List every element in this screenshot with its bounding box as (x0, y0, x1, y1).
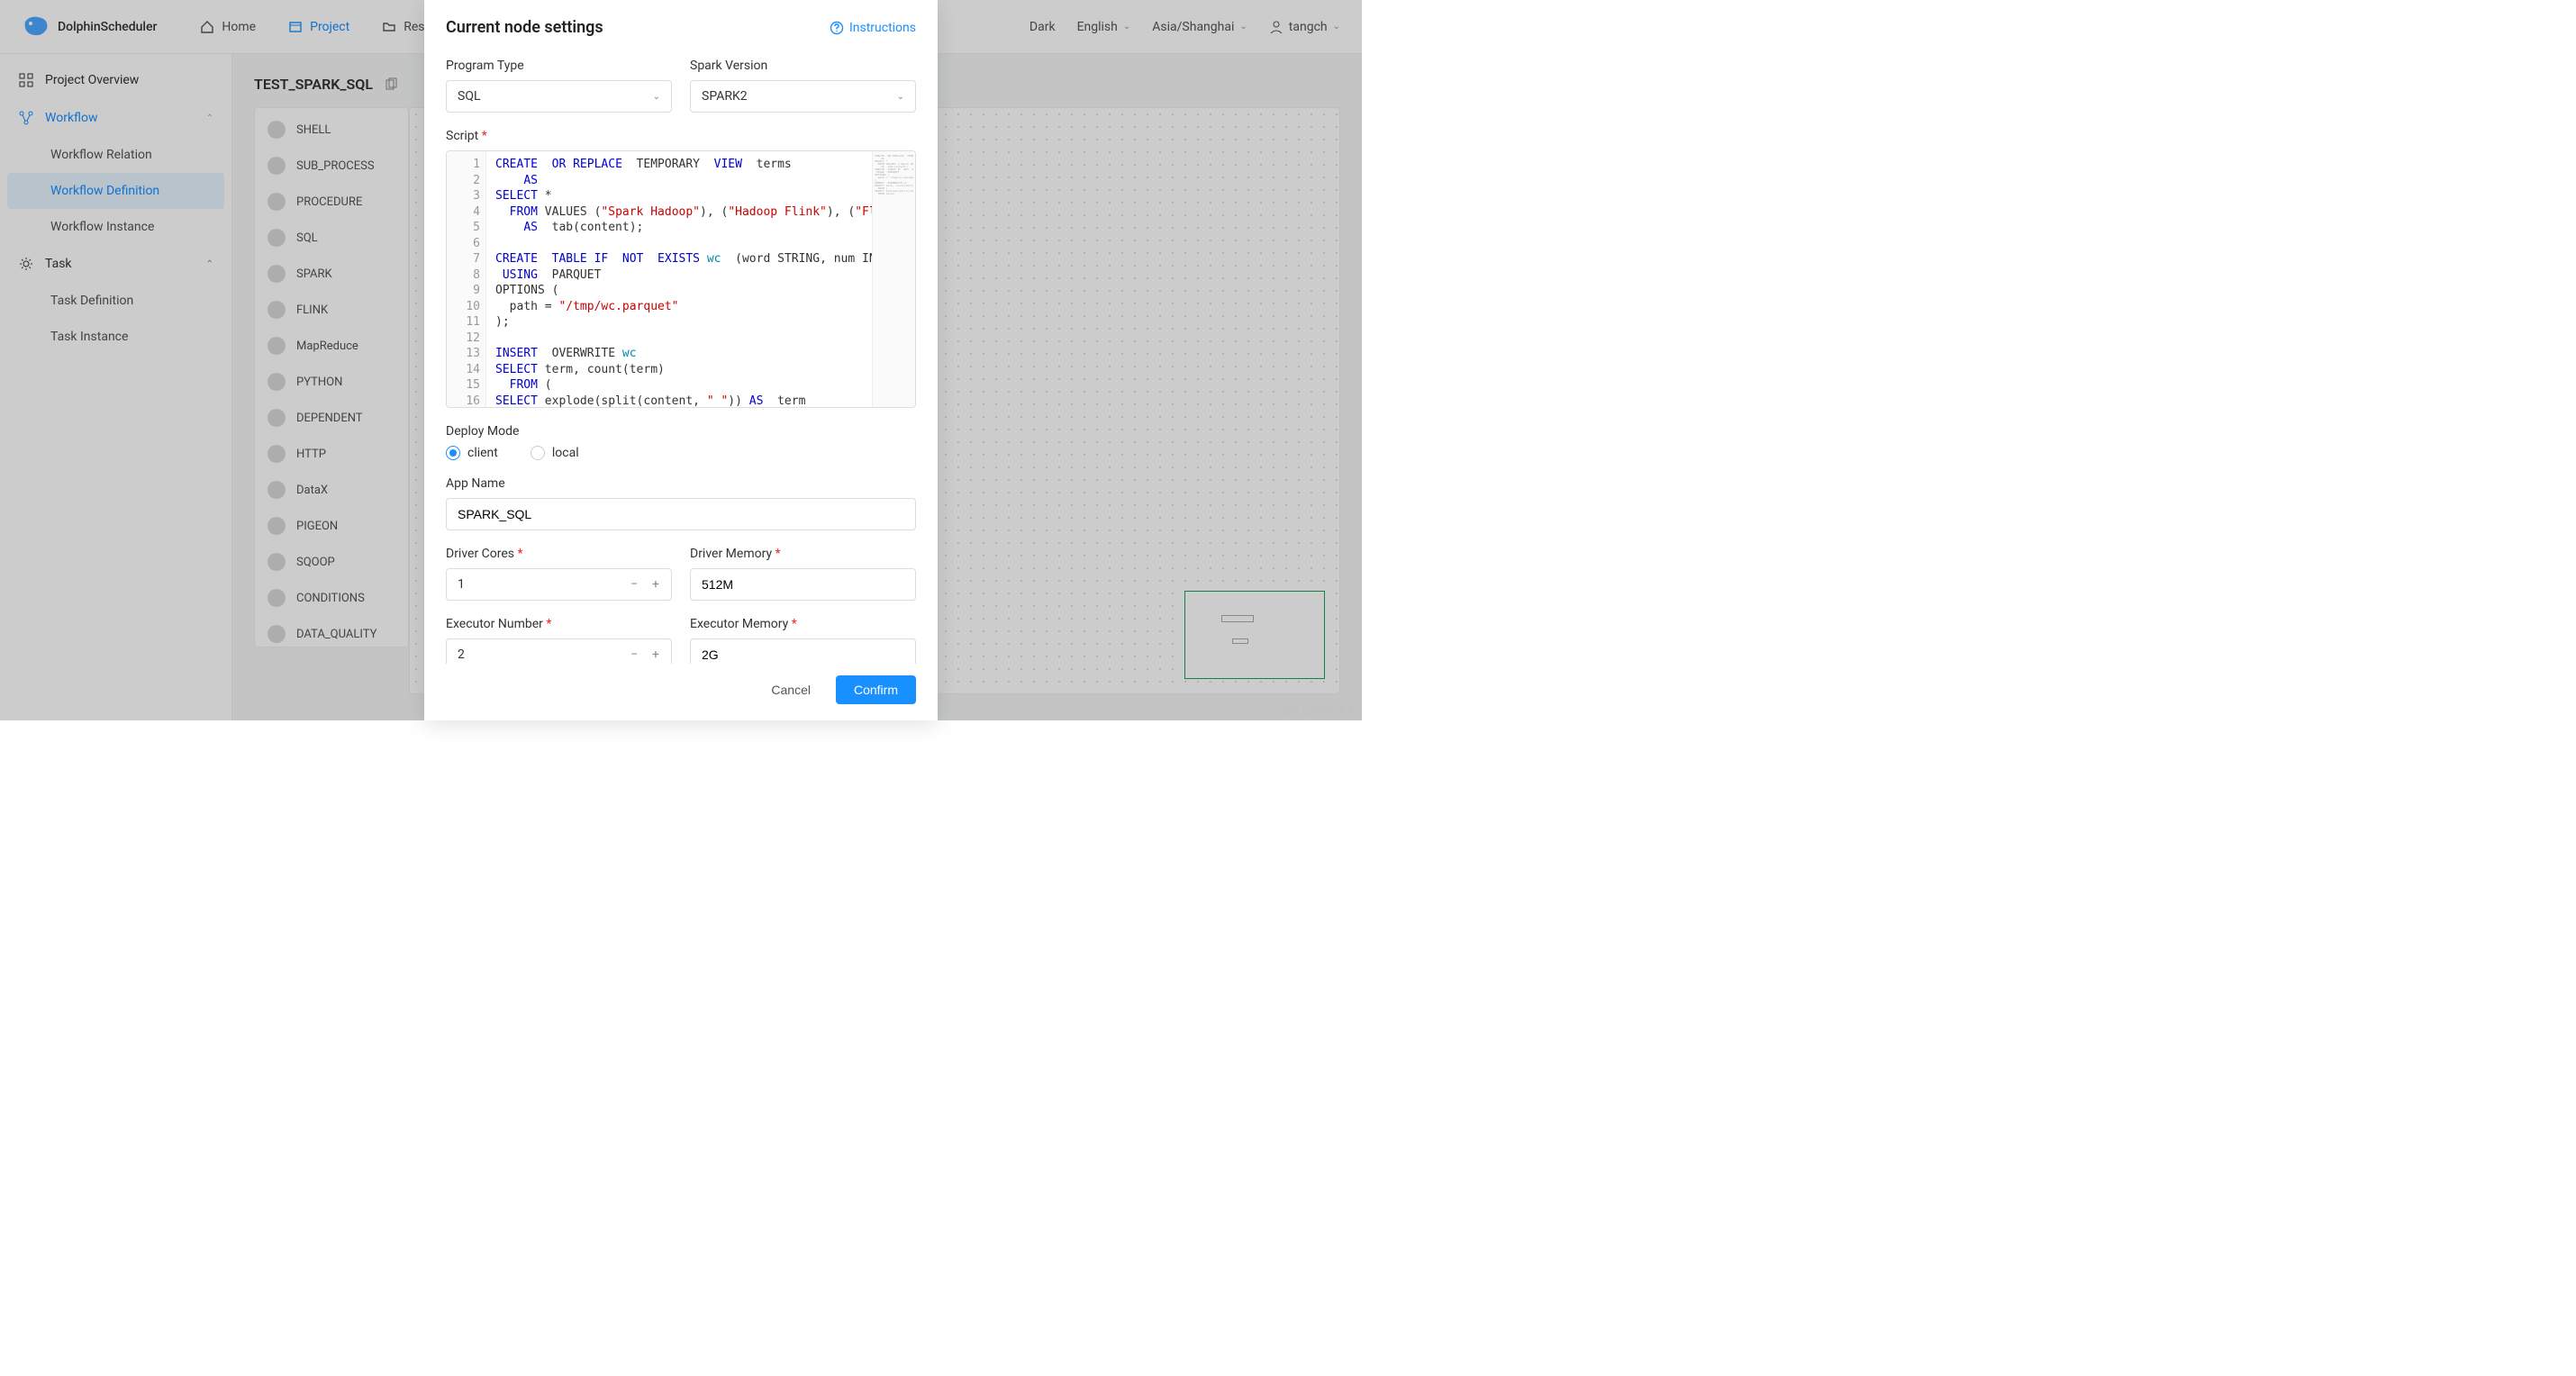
modal-title: Current node settings (446, 18, 603, 37)
program-type-select[interactable]: SQL ⌄ (446, 80, 672, 113)
confirm-button[interactable]: Confirm (836, 675, 916, 704)
select-value: SPARK2 (702, 89, 748, 104)
driver-cores-label: Driver Cores * (446, 547, 672, 561)
spark-version-label: Spark Version (690, 59, 916, 73)
plus-icon[interactable]: + (648, 577, 664, 592)
executor-number-input[interactable]: 2 − + (446, 638, 672, 664)
spark-version-select[interactable]: SPARK2 ⌄ (690, 80, 916, 113)
driver-memory-input[interactable] (690, 568, 916, 601)
cancel-button[interactable]: Cancel (760, 675, 821, 704)
deploy-mode-client[interactable]: client (446, 446, 498, 460)
code-body[interactable]: CREATE OR REPLACE TEMPORARY VIEW terms A… (486, 151, 872, 407)
minus-icon[interactable]: − (626, 577, 642, 592)
chevron-down-icon: ⌄ (653, 92, 660, 102)
plus-icon[interactable]: + (648, 647, 664, 662)
line-gutter: 1234567891011121314151617 (447, 151, 486, 407)
number-value: 2 (458, 647, 465, 662)
app-name-input[interactable] (446, 498, 916, 530)
chevron-down-icon: ⌄ (897, 92, 904, 102)
select-value: SQL (458, 89, 480, 104)
radio-icon (531, 446, 545, 460)
app-name-label: App Name (446, 476, 916, 491)
radio-label: client (467, 446, 498, 460)
instructions-link[interactable]: Instructions (830, 21, 916, 35)
executor-memory-input[interactable] (690, 638, 916, 664)
minus-icon[interactable]: − (626, 647, 642, 662)
help-icon (830, 21, 844, 35)
radio-label: local (552, 446, 579, 460)
radio-icon (446, 446, 460, 460)
script-label: Script * (446, 129, 916, 143)
executor-memory-label: Executor Memory * (690, 617, 916, 631)
driver-memory-label: Driver Memory * (690, 547, 916, 561)
deploy-mode-local[interactable]: local (531, 446, 579, 460)
script-editor[interactable]: 1234567891011121314151617 CREATE OR REPL… (446, 150, 916, 408)
modal-overlay: Current node settings Instructions Progr… (0, 0, 1362, 720)
driver-cores-input[interactable]: 1 − + (446, 568, 672, 601)
node-settings-modal: Current node settings Instructions Progr… (424, 0, 938, 720)
code-minimap: CREATE OR REPLACE TEMPORARY VIEW terms A… (872, 151, 915, 407)
watermark: CSDN @风笨的羊羊 (1275, 703, 1355, 717)
program-type-label: Program Type (446, 59, 672, 73)
deploy-mode-label: Deploy Mode (446, 424, 916, 439)
number-value: 1 (458, 577, 465, 592)
executor-number-label: Executor Number * (446, 617, 672, 631)
instructions-label: Instructions (849, 21, 916, 35)
